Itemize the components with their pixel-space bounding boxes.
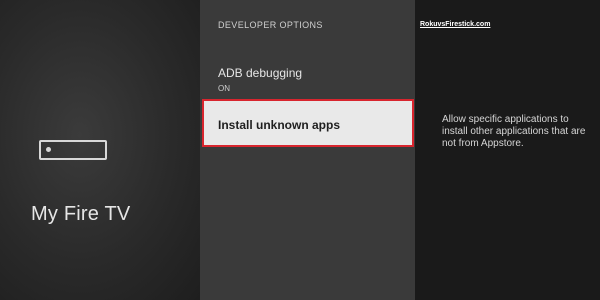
section-header: DEVELOPER OPTIONS (218, 20, 323, 30)
menu-item-value: ON (218, 84, 230, 93)
menu-item-label: Install unknown apps (218, 118, 341, 132)
menu-item-label: ADB debugging (218, 66, 303, 80)
menu-item-adb-debugging[interactable]: ADB debugging ON (200, 60, 415, 98)
device-panel: My Fire TV (0, 0, 200, 300)
menu-item-install-unknown-apps[interactable]: Install unknown apps (202, 99, 414, 147)
item-description: Allow specific applications to install o… (442, 114, 586, 149)
device-indicator-dot (46, 147, 51, 152)
detail-panel: RokuvsFirestick.com Allow specific appli… (415, 0, 600, 300)
developer-options-menu: DEVELOPER OPTIONS ADB debugging ON Insta… (200, 0, 415, 300)
watermark-text: RokuvsFirestick.com (420, 21, 491, 28)
device-title: My Fire TV (31, 203, 131, 225)
fire-tv-stick-icon (39, 140, 107, 160)
